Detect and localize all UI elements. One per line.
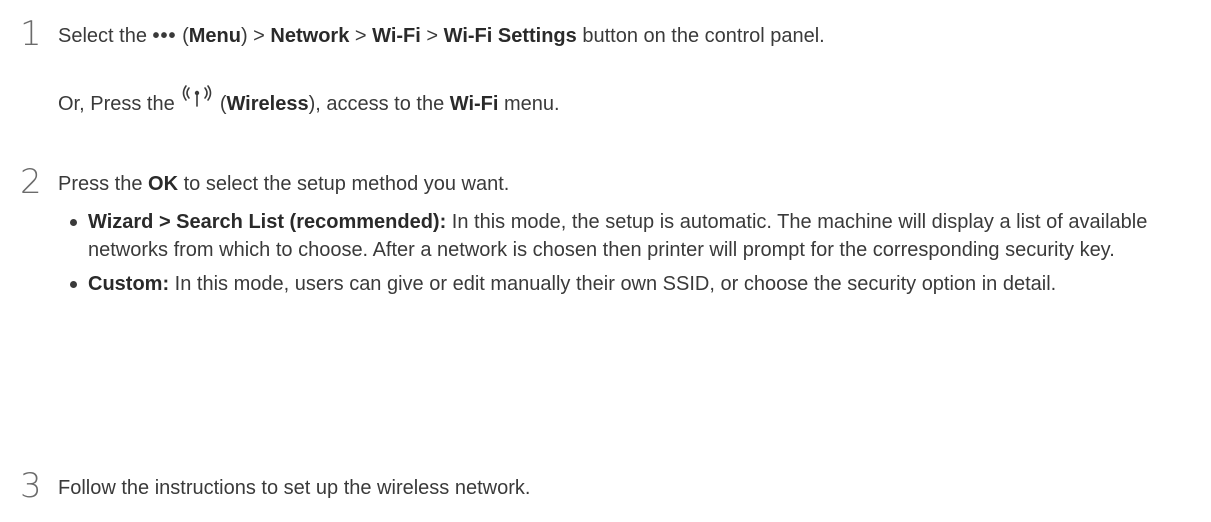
step-3-instruction: Follow the instructions to set up the wi… bbox=[58, 477, 531, 499]
bullet-label: Wizard > Search List (recommended): bbox=[88, 211, 447, 233]
list-item-custom: Custom: In this mode, users can give or … bbox=[68, 270, 1191, 298]
wireless-icon bbox=[180, 84, 214, 120]
bullet-icon bbox=[70, 281, 77, 288]
setup-method-list: Wizard > Search List (recommended): In t… bbox=[68, 208, 1191, 304]
list-item-wizard: Wizard > Search List (recommended): In t… bbox=[68, 208, 1191, 264]
bullet-label: Custom: bbox=[88, 273, 170, 295]
step-1-instruction: Select the ••• (Menu) > Network > Wi-Fi … bbox=[58, 25, 825, 47]
step-1-alternative: Or, Press the (Wireless), access to the … bbox=[58, 84, 560, 120]
menu-dots-icon: ••• bbox=[152, 25, 177, 47]
step-number: 3 bbox=[20, 466, 42, 506]
step-number: 1 bbox=[20, 14, 42, 54]
step-number: 2 bbox=[20, 162, 42, 202]
bullet-text: In this mode, users can give or edit man… bbox=[169, 273, 1057, 295]
wifi-settings-label: Wi-Fi Settings bbox=[443, 25, 577, 47]
step-2-instruction: Press the OK to select the setup method … bbox=[58, 173, 510, 195]
bullet-icon bbox=[70, 219, 77, 226]
network-label: Network bbox=[270, 25, 350, 47]
wifi-label: Wi-Fi bbox=[372, 25, 421, 47]
wifi-label: Wi-Fi bbox=[449, 93, 499, 115]
wireless-label: Wireless bbox=[226, 93, 309, 115]
menu-label: Menu bbox=[188, 25, 241, 47]
ok-label: OK bbox=[148, 173, 179, 195]
